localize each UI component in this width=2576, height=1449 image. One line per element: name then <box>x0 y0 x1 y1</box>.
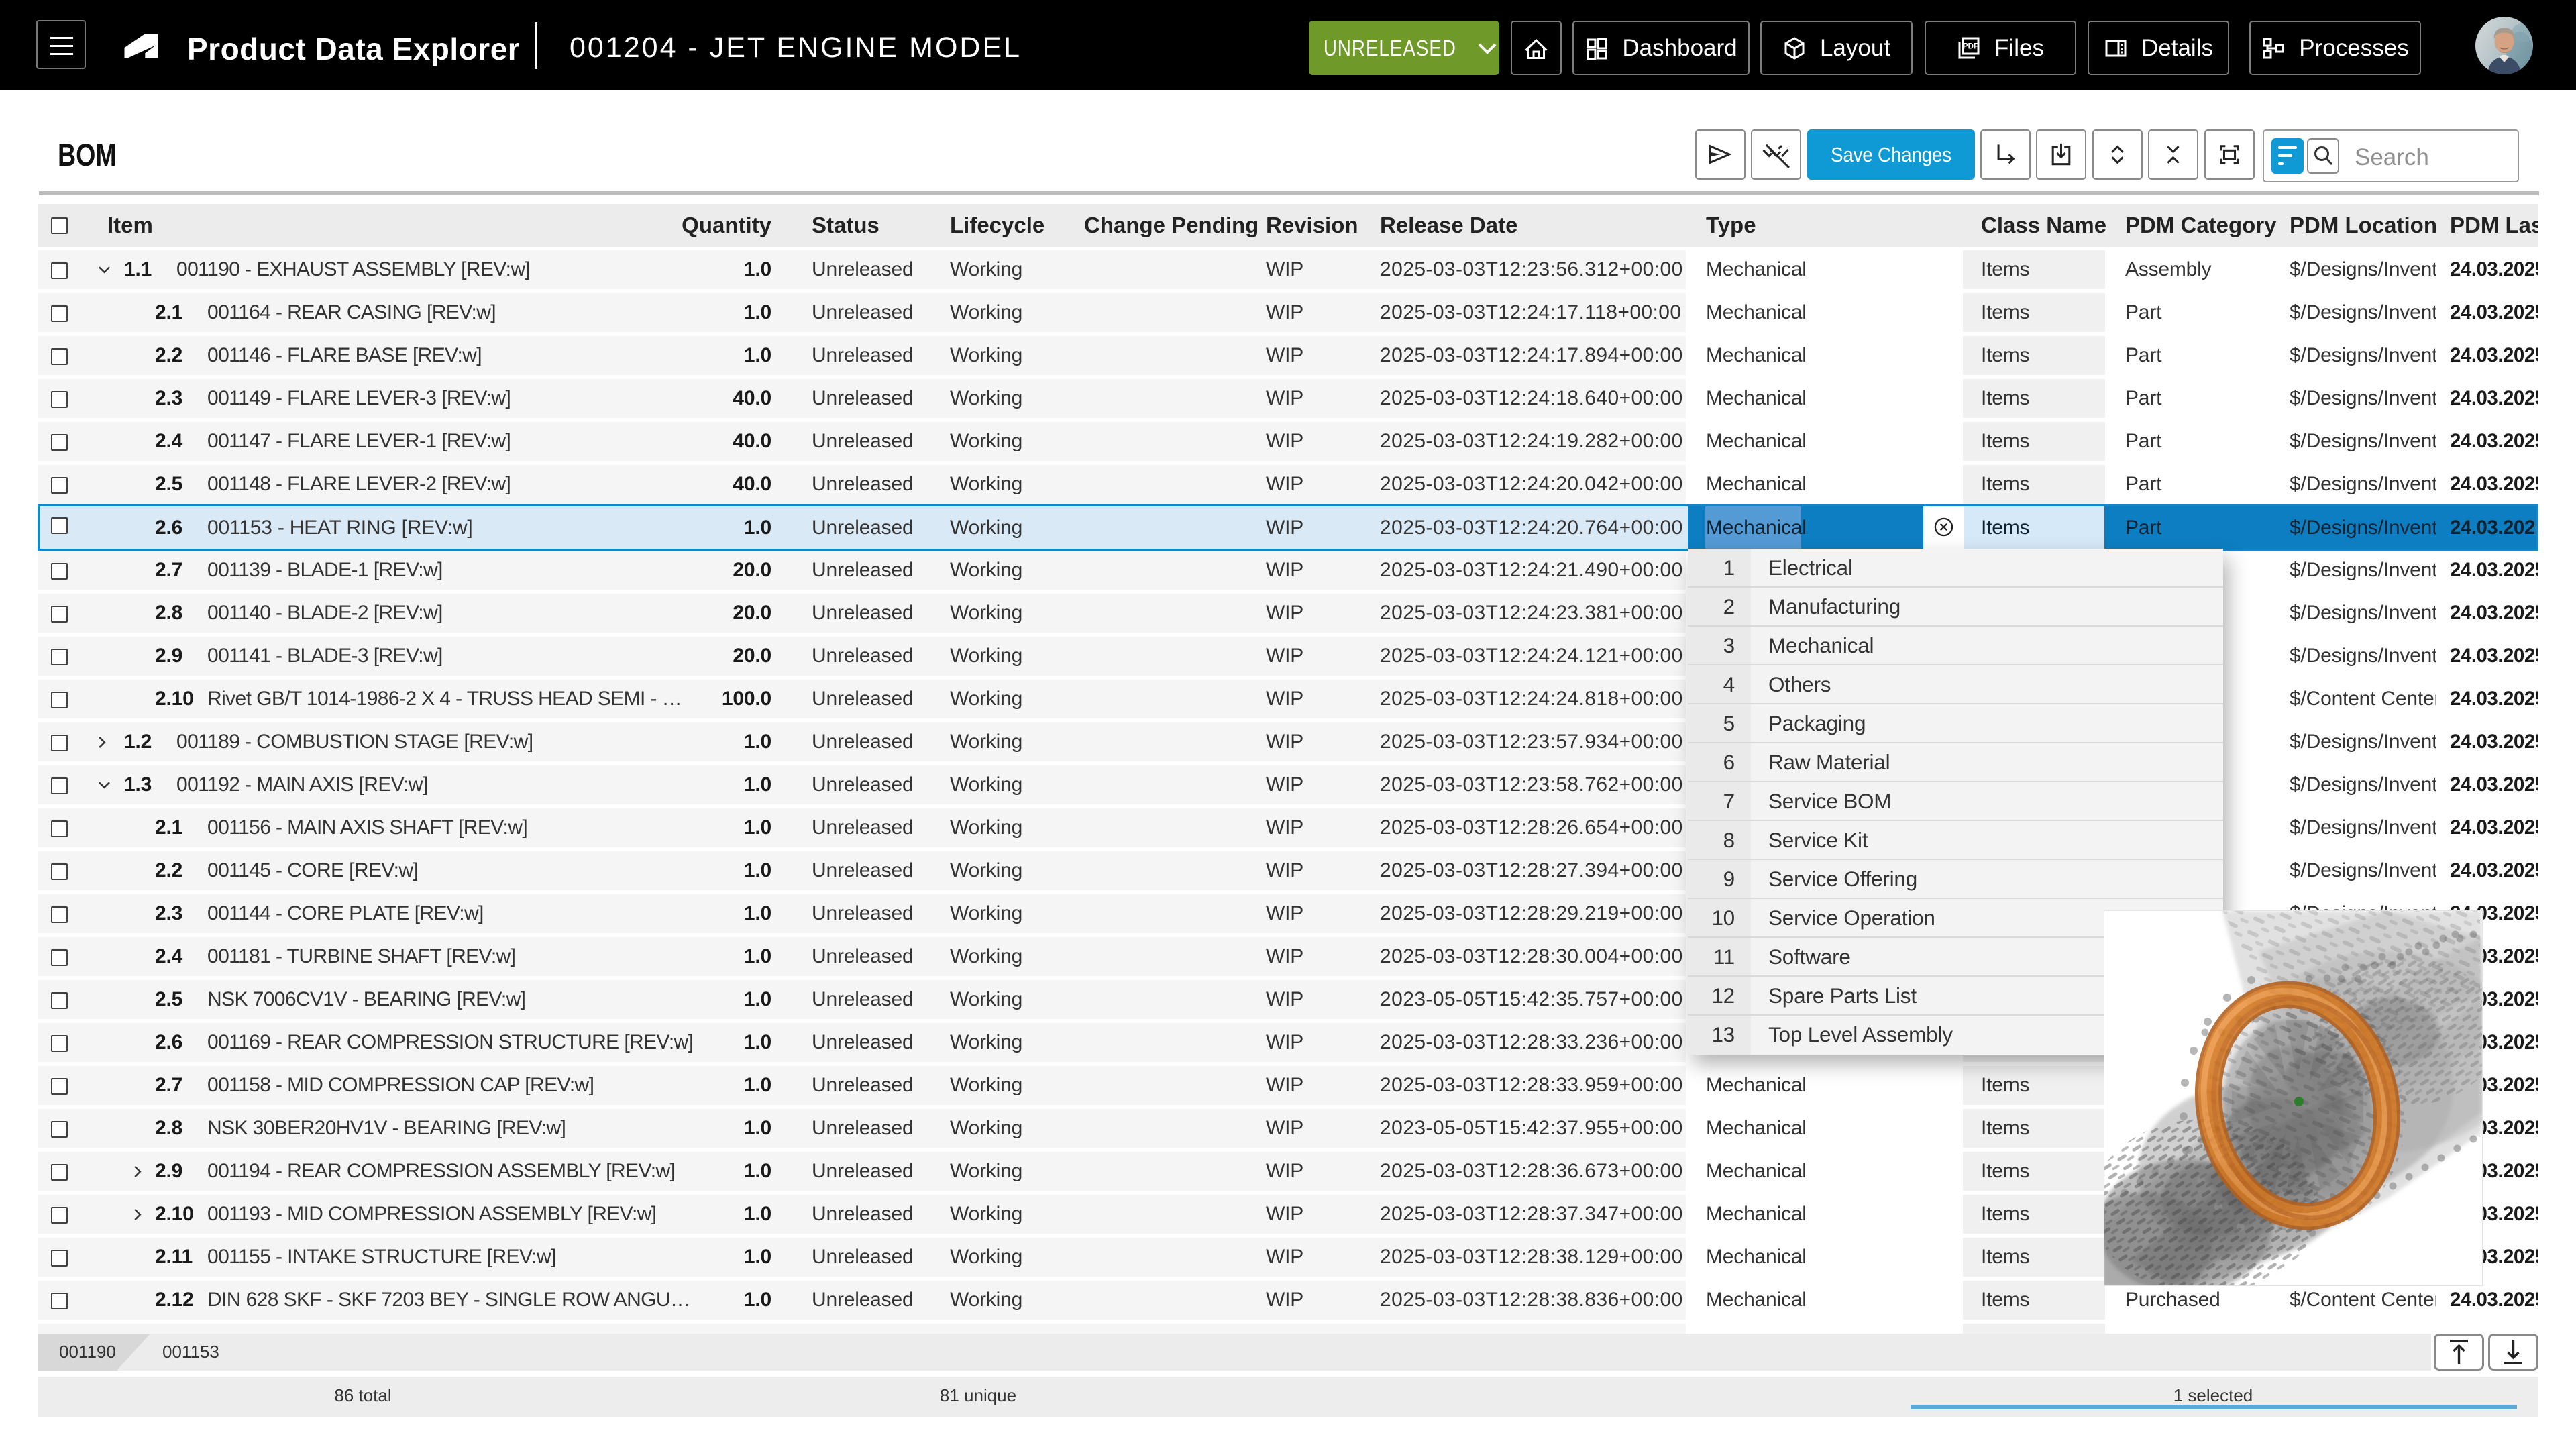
svg-text:PDF: PDF <box>1963 42 1978 50</box>
